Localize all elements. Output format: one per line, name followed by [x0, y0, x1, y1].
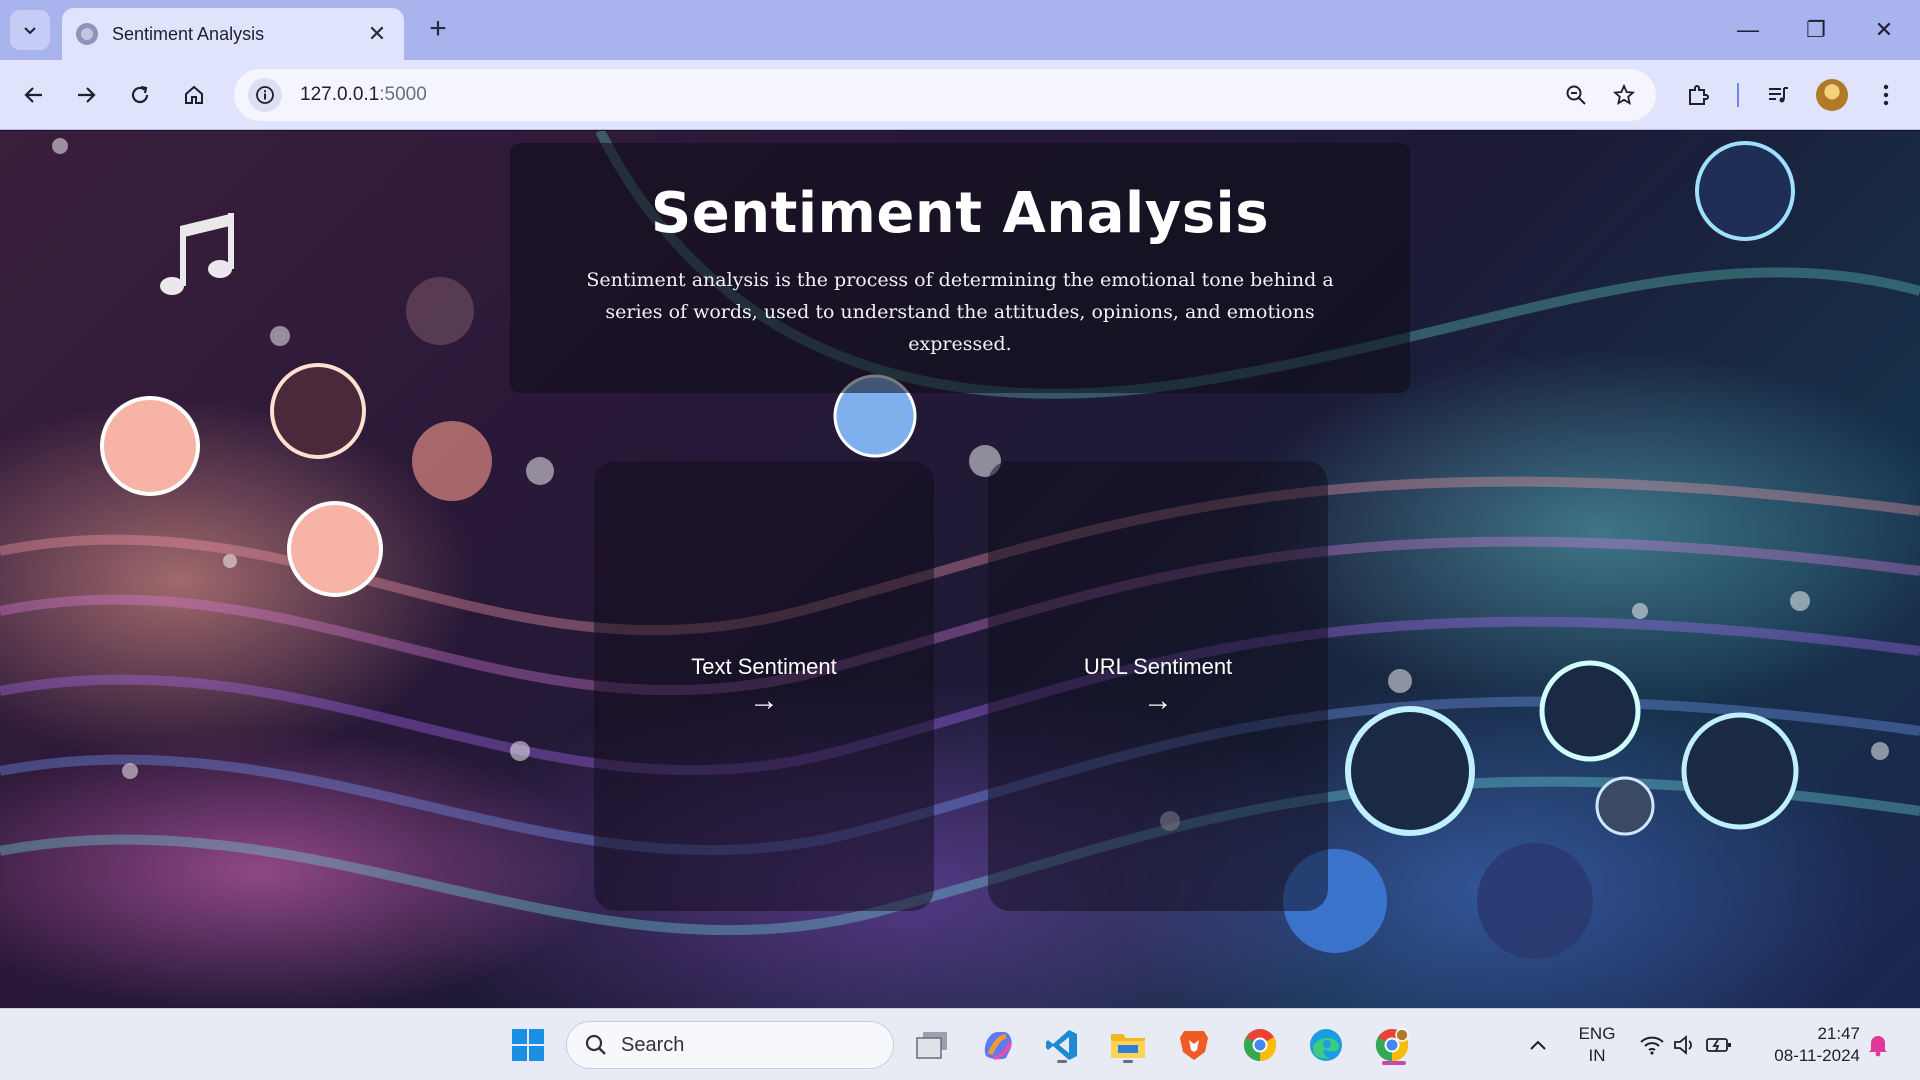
- hero-panel: Sentiment Analysis Sentiment analysis is…: [510, 143, 1410, 393]
- tab-close-button[interactable]: ✕: [364, 21, 390, 47]
- arrow-right-icon: →: [1143, 684, 1173, 717]
- edge-button[interactable]: [1304, 1023, 1348, 1067]
- arrow-left-icon: [24, 87, 42, 103]
- active-app-indicator: [1382, 1061, 1406, 1065]
- vscode-button[interactable]: [1040, 1023, 1084, 1067]
- url-sentiment-card[interactable]: URL Sentiment →: [988, 461, 1328, 911]
- taskbar-search-box[interactable]: Search: [566, 1021, 894, 1069]
- bookmark-button[interactable]: [1606, 77, 1642, 113]
- edge-icon: [1310, 1029, 1342, 1061]
- globe-icon: [76, 23, 98, 45]
- clock-date: 08-11-2024: [1774, 1046, 1860, 1065]
- page-viewport: Sentiment Analysis Sentiment analysis is…: [0, 131, 1920, 1008]
- chevron-down-icon: [24, 27, 36, 35]
- puzzle-icon: [1689, 85, 1709, 105]
- text-sentiment-label: Text Sentiment: [691, 654, 837, 679]
- text-sentiment-card[interactable]: Text Sentiment →: [594, 461, 934, 911]
- page-title: Sentiment Analysis: [650, 181, 1270, 246]
- media-controls-button[interactable]: [1756, 73, 1800, 117]
- copilot-button[interactable]: [976, 1023, 1020, 1067]
- home-icon: [185, 85, 203, 104]
- browser-tabstrip: Sentiment Analysis ✕ + — ❐ ✕: [0, 0, 1920, 60]
- chrome-profile-button[interactable]: [1370, 1023, 1414, 1067]
- wifi-icon: [1640, 1036, 1664, 1055]
- site-info-button[interactable]: [248, 78, 282, 112]
- browser-tab-active[interactable]: Sentiment Analysis ✕: [62, 8, 404, 60]
- zoom-out-icon: [1566, 85, 1586, 105]
- url-sentiment-label: URL Sentiment: [1083, 654, 1233, 679]
- vscode-icon: [1046, 1030, 1077, 1060]
- tab-search-button[interactable]: [10, 10, 50, 50]
- info-icon: [256, 86, 274, 104]
- clock-time: 21:47: [1817, 1024, 1860, 1043]
- close-window-button[interactable]: ✕: [1856, 10, 1912, 50]
- brave-lion-icon: [1180, 1031, 1208, 1060]
- quick-settings-button[interactable]: [1632, 1023, 1740, 1067]
- extensions-button[interactable]: [1676, 73, 1720, 117]
- windows-taskbar: Search ENG IN 21:47 08-11-2024: [0, 1008, 1920, 1080]
- chrome-icon: [1375, 1028, 1409, 1062]
- brave-button[interactable]: [1172, 1023, 1216, 1067]
- more-vertical-icon: [1883, 84, 1889, 106]
- chevron-up-icon: [1530, 1040, 1546, 1050]
- notifications-button[interactable]: [1856, 1023, 1900, 1067]
- profile-avatar[interactable]: [1816, 79, 1848, 111]
- search-icon: [585, 1034, 606, 1055]
- arrow-right-icon: →: [749, 684, 779, 717]
- running-indicator: [1057, 1060, 1067, 1063]
- task-view-icon: [916, 1032, 947, 1059]
- clock[interactable]: 21:47 08-11-2024: [1750, 1023, 1860, 1067]
- windows-logo-icon: [512, 1029, 544, 1061]
- taskbar-search-label: Search: [621, 1033, 685, 1056]
- arrow-right-icon: [78, 87, 96, 103]
- address-bar[interactable]: 127.0.0.1:5000: [234, 69, 1656, 121]
- start-button[interactable]: [506, 1023, 550, 1067]
- home-button[interactable]: [172, 73, 216, 117]
- task-view-button[interactable]: [910, 1023, 954, 1067]
- chrome-icon: [1243, 1029, 1277, 1062]
- running-indicator: [1123, 1060, 1133, 1063]
- region-code: IN: [1588, 1046, 1606, 1065]
- restore-button[interactable]: ❐: [1788, 10, 1844, 50]
- show-hidden-icons-button[interactable]: [1516, 1023, 1560, 1067]
- file-explorer-button[interactable]: [1106, 1023, 1150, 1067]
- reload-button[interactable]: [118, 73, 162, 117]
- folder-icon: [1111, 1034, 1145, 1058]
- chrome-button[interactable]: [1238, 1023, 1282, 1067]
- battery-charging-icon: [1706, 1038, 1731, 1052]
- star-icon: [1613, 84, 1635, 106]
- toolbar-separator: [1737, 83, 1739, 107]
- page-description: Sentiment analysis is the process of det…: [586, 269, 1334, 355]
- url-host: 127.0.0.1: [300, 84, 380, 105]
- bell-icon: [1869, 1036, 1887, 1057]
- queue-music-icon: [1769, 87, 1788, 103]
- language-code: ENG: [1578, 1024, 1616, 1043]
- back-button[interactable]: [12, 73, 56, 117]
- volume-icon: [1674, 1035, 1692, 1055]
- new-tab-button[interactable]: +: [418, 12, 458, 48]
- browser-toolbar: 127.0.0.1:5000: [0, 60, 1920, 130]
- copilot-icon: [984, 1032, 1012, 1060]
- tab-title: Sentiment Analysis: [112, 23, 265, 44]
- minimize-button[interactable]: —: [1720, 10, 1776, 50]
- browser-menu-button[interactable]: [1864, 73, 1908, 117]
- input-language-indicator[interactable]: ENG IN: [1572, 1023, 1622, 1067]
- zoom-button[interactable]: [1558, 77, 1594, 113]
- url-port: :5000: [379, 84, 427, 105]
- reload-icon: [131, 85, 149, 104]
- forward-button[interactable]: [64, 73, 108, 117]
